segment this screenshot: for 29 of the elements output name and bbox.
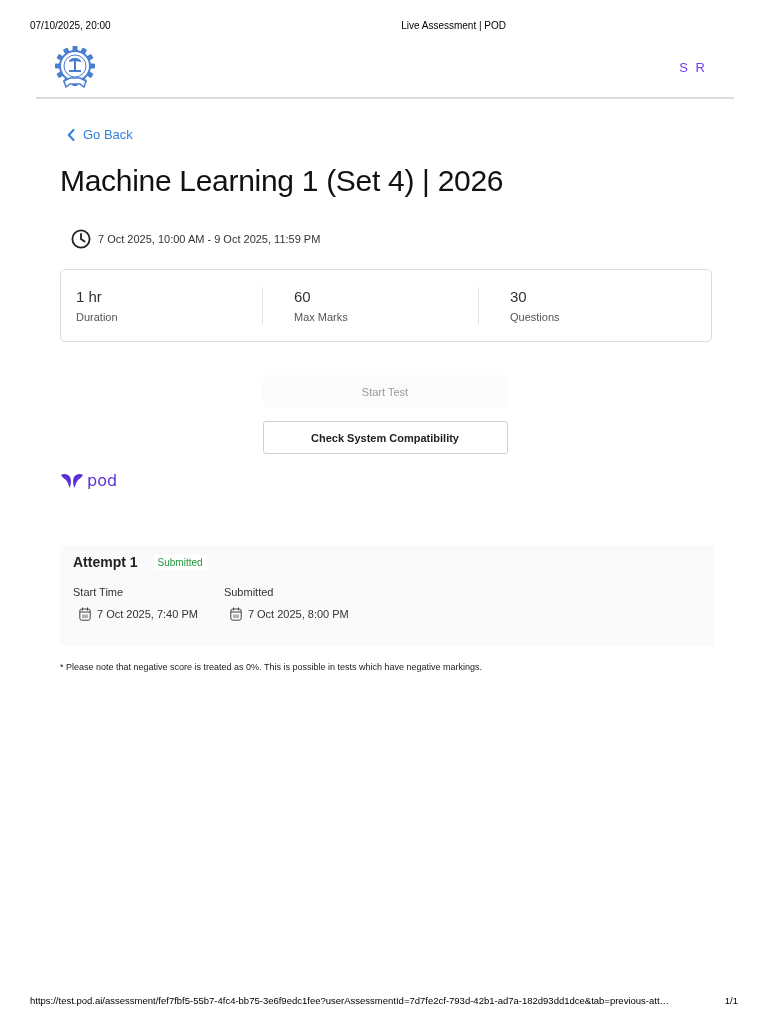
date-value: 7 Oct 2025, 7:40 PM [97,608,198,620]
chevron-left-icon [67,128,75,141]
test-title: Machine Learning 1 (Set 4) | 2026 [60,163,504,199]
stat-label: Max Marks [294,310,349,324]
petal-mark-icon [60,473,84,489]
user-initials[interactable]: S R [679,59,707,75]
stat-label: Duration [76,310,119,324]
stat-label: Questions [510,310,561,324]
field-label: Start Time [73,585,125,599]
stat-value: 60 [294,287,312,307]
status-tag: Submitted [153,554,207,570]
stat-value: 30 [510,287,528,307]
print-date: 07/10/2025, 20:00 [30,19,112,32]
calendar-icon [229,607,242,621]
print-title: Live Assessment | POD [401,19,506,32]
schedule-text: 7 Oct 2025, 10:00 AM - 9 Oct 2025, 11:59 PM [98,233,321,245]
gear-emblem-icon [54,45,96,89]
date-value: 7 Oct 2025, 8:00 PM [247,608,349,620]
brand-wordmark: pod [87,472,118,490]
attempt-title: Attempt 1 [73,554,138,570]
field-label: Submitted [223,585,275,599]
score-note: * Please note that negative score is treated as 0%. This is possible in tests which have negative markings. [60,662,483,672]
clock-icon [71,229,91,249]
stat-value: 1 hr [76,287,103,307]
page-url: https://test.pod.ai/assessment/fef7fbf5-55b7-4fc4-bb75-3e6f9edc1fee?userAssessmentId=7d7fe2cf-793d-42b1-ad7a-182d93dd1dce&tab=previous-att… [30,995,670,1006]
back-link[interactable]: Go Back [67,127,133,142]
compatibility-button[interactable]: Check System Compatibility [262,421,508,454]
calendar-icon [79,607,91,621]
page-number: 1/1 [724,995,738,1006]
